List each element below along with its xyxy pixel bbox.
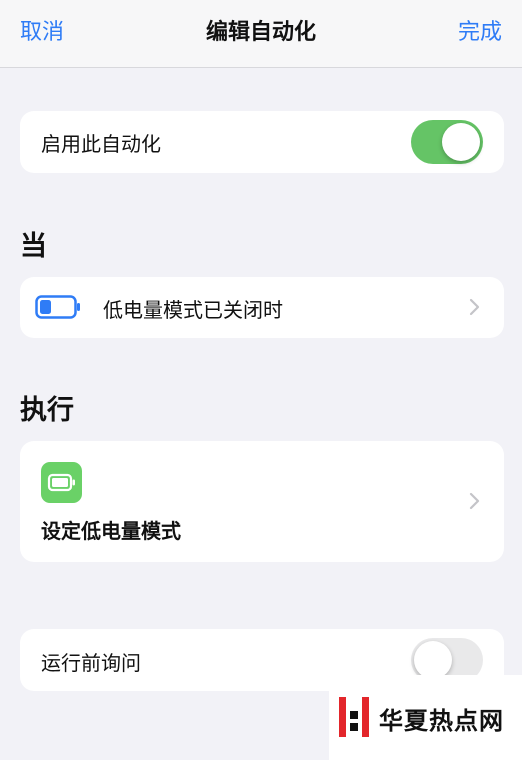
watermark: 华夏热点网 [329, 675, 522, 760]
enable-automation-toggle[interactable] [411, 120, 483, 164]
site-logo-icon [339, 697, 369, 737]
chevron-right-icon [469, 298, 480, 316]
do-section-heading: 执行 [20, 395, 74, 426]
action-row[interactable]: 设定低电量模式 [20, 441, 504, 562]
when-section-heading: 当 [20, 231, 47, 262]
toggle-knob [442, 123, 480, 161]
battery-icon [35, 295, 80, 319]
low-power-action-icon [41, 462, 82, 503]
enable-automation-card: 启用此自动化 [20, 111, 504, 173]
battery-icon [47, 473, 75, 492]
done-button[interactable]: 完成 [458, 14, 502, 46]
chevron-right-icon [469, 492, 480, 510]
toggle-knob [414, 641, 452, 679]
enable-automation-label: 启用此自动化 [41, 132, 161, 156]
trigger-label: 低电量模式已关闭时 [103, 298, 283, 322]
watermark-text: 华夏热点网 [379, 707, 504, 735]
navigation-bar: 取消 编辑自动化 完成 [0, 0, 522, 68]
trigger-row[interactable]: 低电量模式已关闭时 [20, 277, 504, 338]
cancel-button[interactable]: 取消 [20, 14, 64, 46]
ask-before-running-label: 运行前询问 [41, 651, 141, 675]
page-title: 编辑自动化 [205, 20, 316, 45]
action-label: 设定低电量模式 [41, 519, 181, 543]
